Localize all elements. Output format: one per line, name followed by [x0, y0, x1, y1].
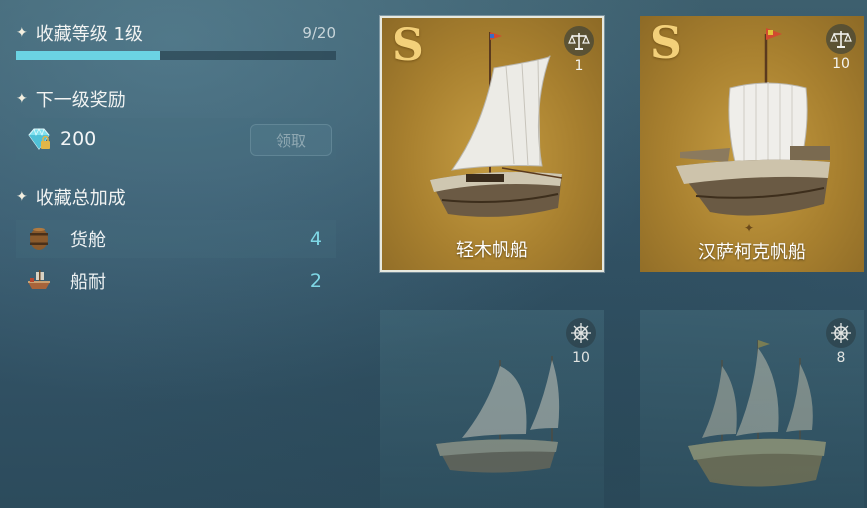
- ship-grade: S: [650, 18, 682, 69]
- helm-wheel-icon: [566, 318, 596, 348]
- collection-panel: ✦ 收藏等级 1级 9/20 ✦ 下一级奖励 200 领取 ✦ 收藏总加成 货舱: [0, 0, 350, 508]
- ship-name: 汉萨柯克帆船: [698, 242, 806, 263]
- reward-amount: 200: [60, 128, 97, 150]
- ship-badge-value: 10: [572, 350, 590, 366]
- ship-hull-icon: [28, 270, 50, 289]
- ship-badge-value: 10: [832, 56, 850, 72]
- ship-card-light-sailboat[interactable]: S 1 轻木帆船: [380, 16, 604, 272]
- bonus-label: 船耐: [70, 272, 106, 293]
- next-reward-row: 200 领取: [16, 118, 336, 160]
- ship-card-hansa-cog[interactable]: S 10 ✦ 汉萨柯克帆船: [640, 16, 864, 272]
- star-icon: ✦: [16, 25, 28, 41]
- claim-reward-button[interactable]: 领取: [250, 124, 332, 156]
- bonus-item-durability: 船耐 2: [16, 262, 336, 300]
- ship-card-locked[interactable]: 8: [640, 310, 864, 508]
- bonus-value: 2: [309, 270, 322, 292]
- ship-grade: S: [392, 20, 424, 71]
- ship-badge-value: 8: [836, 350, 846, 366]
- star-icon: ✦: [16, 91, 28, 107]
- collection-progress-bar: [16, 51, 336, 60]
- diamond-ornament-icon: ✦: [744, 221, 755, 235]
- scales-icon: [826, 24, 856, 54]
- collection-progress-count: 9/20: [302, 24, 336, 42]
- diamond-lock-icon: [28, 128, 50, 150]
- star-icon: ✦: [16, 189, 28, 205]
- bonus-value: 4: [309, 228, 322, 250]
- bonus-title: 收藏总加成: [35, 188, 126, 209]
- collection-level-label: 收藏等级 1级: [35, 24, 143, 45]
- bonus-item-cargo: 货舱 4: [16, 220, 336, 258]
- collection-progress-fill: [16, 51, 160, 60]
- bonus-header: ✦ 收藏总加成: [16, 184, 126, 210]
- helm-wheel-icon: [826, 318, 856, 348]
- ship-name: 轻木帆船: [456, 240, 528, 261]
- next-reward-title: 下一级奖励: [35, 90, 126, 111]
- ship-badge-value: 1: [574, 58, 584, 74]
- scales-icon: [564, 26, 594, 56]
- next-reward-header: ✦ 下一级奖励: [16, 86, 126, 112]
- ship-card-locked[interactable]: 10: [380, 310, 604, 508]
- bonus-label: 货舱: [70, 230, 106, 251]
- collection-level-header: ✦ 收藏等级 1级: [16, 20, 143, 46]
- barrel-icon: [30, 227, 48, 250]
